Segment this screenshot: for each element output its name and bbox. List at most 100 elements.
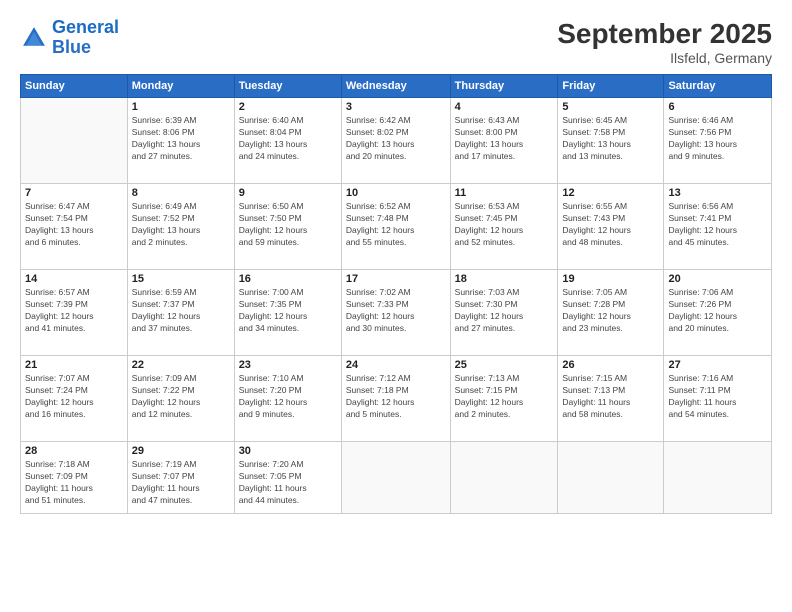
table-row: 12 Sunrise: 6:55 AMSunset: 7:43 PMDayligh…: [558, 184, 664, 270]
day-number: 19: [562, 273, 659, 285]
table-row: 26 Sunrise: 7:15 AMSunset: 7:13 PMDayligh…: [558, 356, 664, 442]
day-info: Sunrise: 6:55 AMSunset: 7:43 PMDaylight:…: [562, 201, 659, 249]
table-row: 15 Sunrise: 6:59 AMSunset: 7:37 PMDayligh…: [127, 270, 234, 356]
day-info: Sunrise: 6:42 AMSunset: 8:02 PMDaylight:…: [346, 115, 446, 163]
table-row: 4Sunrise: 6:43 AMSunset: 8:00 PMDaylight…: [450, 98, 558, 184]
day-number: 11: [455, 187, 554, 199]
table-row: 17 Sunrise: 7:02 AMSunset: 7:33 PMDayligh…: [341, 270, 450, 356]
month-title: September 2025: [557, 18, 772, 50]
day-info: Sunrise: 7:09 AMSunset: 7:22 PMDaylight:…: [132, 373, 230, 421]
day-number: 18: [455, 273, 554, 285]
table-row: [341, 442, 450, 514]
table-row: 5 Sunrise: 6:45 AMSunset: 7:58 PMDaylight…: [558, 98, 664, 184]
day-info: Sunrise: 6:45 AMSunset: 7:58 PMDaylight:…: [562, 115, 659, 163]
col-friday: Friday: [558, 75, 664, 98]
day-info: Sunrise: 7:06 AMSunset: 7:26 PMDaylight:…: [668, 287, 767, 335]
table-row: [21, 98, 128, 184]
logo-text: General Blue: [52, 18, 119, 58]
logo-line2: Blue: [52, 37, 91, 57]
day-number: 8: [132, 187, 230, 199]
title-block: September 2025 Ilsfeld, Germany: [557, 18, 772, 66]
table-row: 29 Sunrise: 7:19 AMSunset: 7:07 PMDayligh…: [127, 442, 234, 514]
table-row: 6Sunrise: 6:46 AMSunset: 7:56 PMDaylight…: [664, 98, 772, 184]
day-number: 13: [668, 187, 767, 199]
day-info: Sunrise: 6:39 AMSunset: 8:06 PMDaylight:…: [132, 115, 230, 163]
table-row: 1 Sunrise: 6:39 AMSunset: 8:06 PMDaylight…: [127, 98, 234, 184]
day-number: 5: [562, 101, 659, 113]
day-number: 7: [25, 187, 123, 199]
day-number: 15: [132, 273, 230, 285]
day-number: 30: [239, 445, 337, 457]
day-number: 20: [668, 273, 767, 285]
day-info: Sunrise: 7:16 AMSunset: 7:11 PMDaylight:…: [668, 373, 767, 421]
table-row: 7 Sunrise: 6:47 AMSunset: 7:54 PMDaylight…: [21, 184, 128, 270]
day-number: 17: [346, 273, 446, 285]
day-number: 29: [132, 445, 230, 457]
day-info: Sunrise: 7:20 AMSunset: 7:05 PMDaylight:…: [239, 459, 337, 507]
day-info: Sunrise: 6:59 AMSunset: 7:37 PMDaylight:…: [132, 287, 230, 335]
col-sunday: Sunday: [21, 75, 128, 98]
day-number: 4: [455, 101, 554, 113]
table-row: 19 Sunrise: 7:05 AMSunset: 7:28 PMDayligh…: [558, 270, 664, 356]
calendar-header-row: Sunday Monday Tuesday Wednesday Thursday…: [21, 75, 772, 98]
table-row: 9 Sunrise: 6:50 AMSunset: 7:50 PMDaylight…: [234, 184, 341, 270]
day-number: 10: [346, 187, 446, 199]
table-row: 13 Sunrise: 6:56 AMSunset: 7:41 PMDayligh…: [664, 184, 772, 270]
col-thursday: Thursday: [450, 75, 558, 98]
day-info: Sunrise: 7:10 AMSunset: 7:20 PMDaylight:…: [239, 373, 337, 421]
table-row: 21Sunrise: 7:07 AMSunset: 7:24 PMDayligh…: [21, 356, 128, 442]
col-tuesday: Tuesday: [234, 75, 341, 98]
day-number: 14: [25, 273, 123, 285]
table-row: 18Sunrise: 7:03 AMSunset: 7:30 PMDayligh…: [450, 270, 558, 356]
day-info: Sunrise: 7:18 AMSunset: 7:09 PMDaylight:…: [25, 459, 123, 507]
day-info: Sunrise: 7:05 AMSunset: 7:28 PMDaylight:…: [562, 287, 659, 335]
day-number: 27: [668, 359, 767, 371]
table-row: 16 Sunrise: 7:00 AMSunset: 7:35 PMDayligh…: [234, 270, 341, 356]
day-number: 9: [239, 187, 337, 199]
calendar-table: Sunday Monday Tuesday Wednesday Thursday…: [20, 74, 772, 514]
day-info: Sunrise: 6:57 AMSunset: 7:39 PMDaylight:…: [25, 287, 123, 335]
col-wednesday: Wednesday: [341, 75, 450, 98]
day-info: Sunrise: 7:12 AMSunset: 7:18 PMDaylight:…: [346, 373, 446, 421]
day-info: Sunrise: 6:40 AMSunset: 8:04 PMDaylight:…: [239, 115, 337, 163]
table-row: 11 Sunrise: 6:53 AMSunset: 7:45 PMDayligh…: [450, 184, 558, 270]
header: General Blue September 2025 Ilsfeld, Ger…: [20, 18, 772, 66]
logo: General Blue: [20, 18, 119, 58]
table-row: [664, 442, 772, 514]
table-row: 23 Sunrise: 7:10 AMSunset: 7:20 PMDayligh…: [234, 356, 341, 442]
day-number: 16: [239, 273, 337, 285]
day-number: 3: [346, 101, 446, 113]
table-row: 10Sunrise: 6:52 AMSunset: 7:48 PMDayligh…: [341, 184, 450, 270]
day-number: 26: [562, 359, 659, 371]
logo-icon: [20, 24, 48, 52]
col-monday: Monday: [127, 75, 234, 98]
day-number: 23: [239, 359, 337, 371]
day-info: Sunrise: 7:02 AMSunset: 7:33 PMDaylight:…: [346, 287, 446, 335]
day-info: Sunrise: 7:13 AMSunset: 7:15 PMDaylight:…: [455, 373, 554, 421]
day-info: Sunrise: 6:49 AMSunset: 7:52 PMDaylight:…: [132, 201, 230, 249]
logo-line1: General: [52, 17, 119, 37]
table-row: 24 Sunrise: 7:12 AMSunset: 7:18 PMDayligh…: [341, 356, 450, 442]
col-saturday: Saturday: [664, 75, 772, 98]
day-info: Sunrise: 6:47 AMSunset: 7:54 PMDaylight:…: [25, 201, 123, 249]
day-info: Sunrise: 7:00 AMSunset: 7:35 PMDaylight:…: [239, 287, 337, 335]
day-number: 25: [455, 359, 554, 371]
table-row: 20 Sunrise: 7:06 AMSunset: 7:26 PMDayligh…: [664, 270, 772, 356]
day-number: 1: [132, 101, 230, 113]
day-info: Sunrise: 6:50 AMSunset: 7:50 PMDaylight:…: [239, 201, 337, 249]
day-info: Sunrise: 6:46 AMSunset: 7:56 PMDaylight:…: [668, 115, 767, 163]
day-number: 24: [346, 359, 446, 371]
page: General Blue September 2025 Ilsfeld, Ger…: [0, 0, 792, 612]
day-number: 12: [562, 187, 659, 199]
table-row: 14 Sunrise: 6:57 AMSunset: 7:39 PMDayligh…: [21, 270, 128, 356]
day-info: Sunrise: 6:56 AMSunset: 7:41 PMDaylight:…: [668, 201, 767, 249]
table-row: 25 Sunrise: 7:13 AMSunset: 7:15 PMDayligh…: [450, 356, 558, 442]
table-row: 2 Sunrise: 6:40 AMSunset: 8:04 PMDaylight…: [234, 98, 341, 184]
table-row: [558, 442, 664, 514]
day-info: Sunrise: 7:15 AMSunset: 7:13 PMDaylight:…: [562, 373, 659, 421]
location: Ilsfeld, Germany: [557, 50, 772, 66]
day-info: Sunrise: 6:53 AMSunset: 7:45 PMDaylight:…: [455, 201, 554, 249]
table-row: 22Sunrise: 7:09 AMSunset: 7:22 PMDayligh…: [127, 356, 234, 442]
day-info: Sunrise: 7:19 AMSunset: 7:07 PMDaylight:…: [132, 459, 230, 507]
day-number: 2: [239, 101, 337, 113]
